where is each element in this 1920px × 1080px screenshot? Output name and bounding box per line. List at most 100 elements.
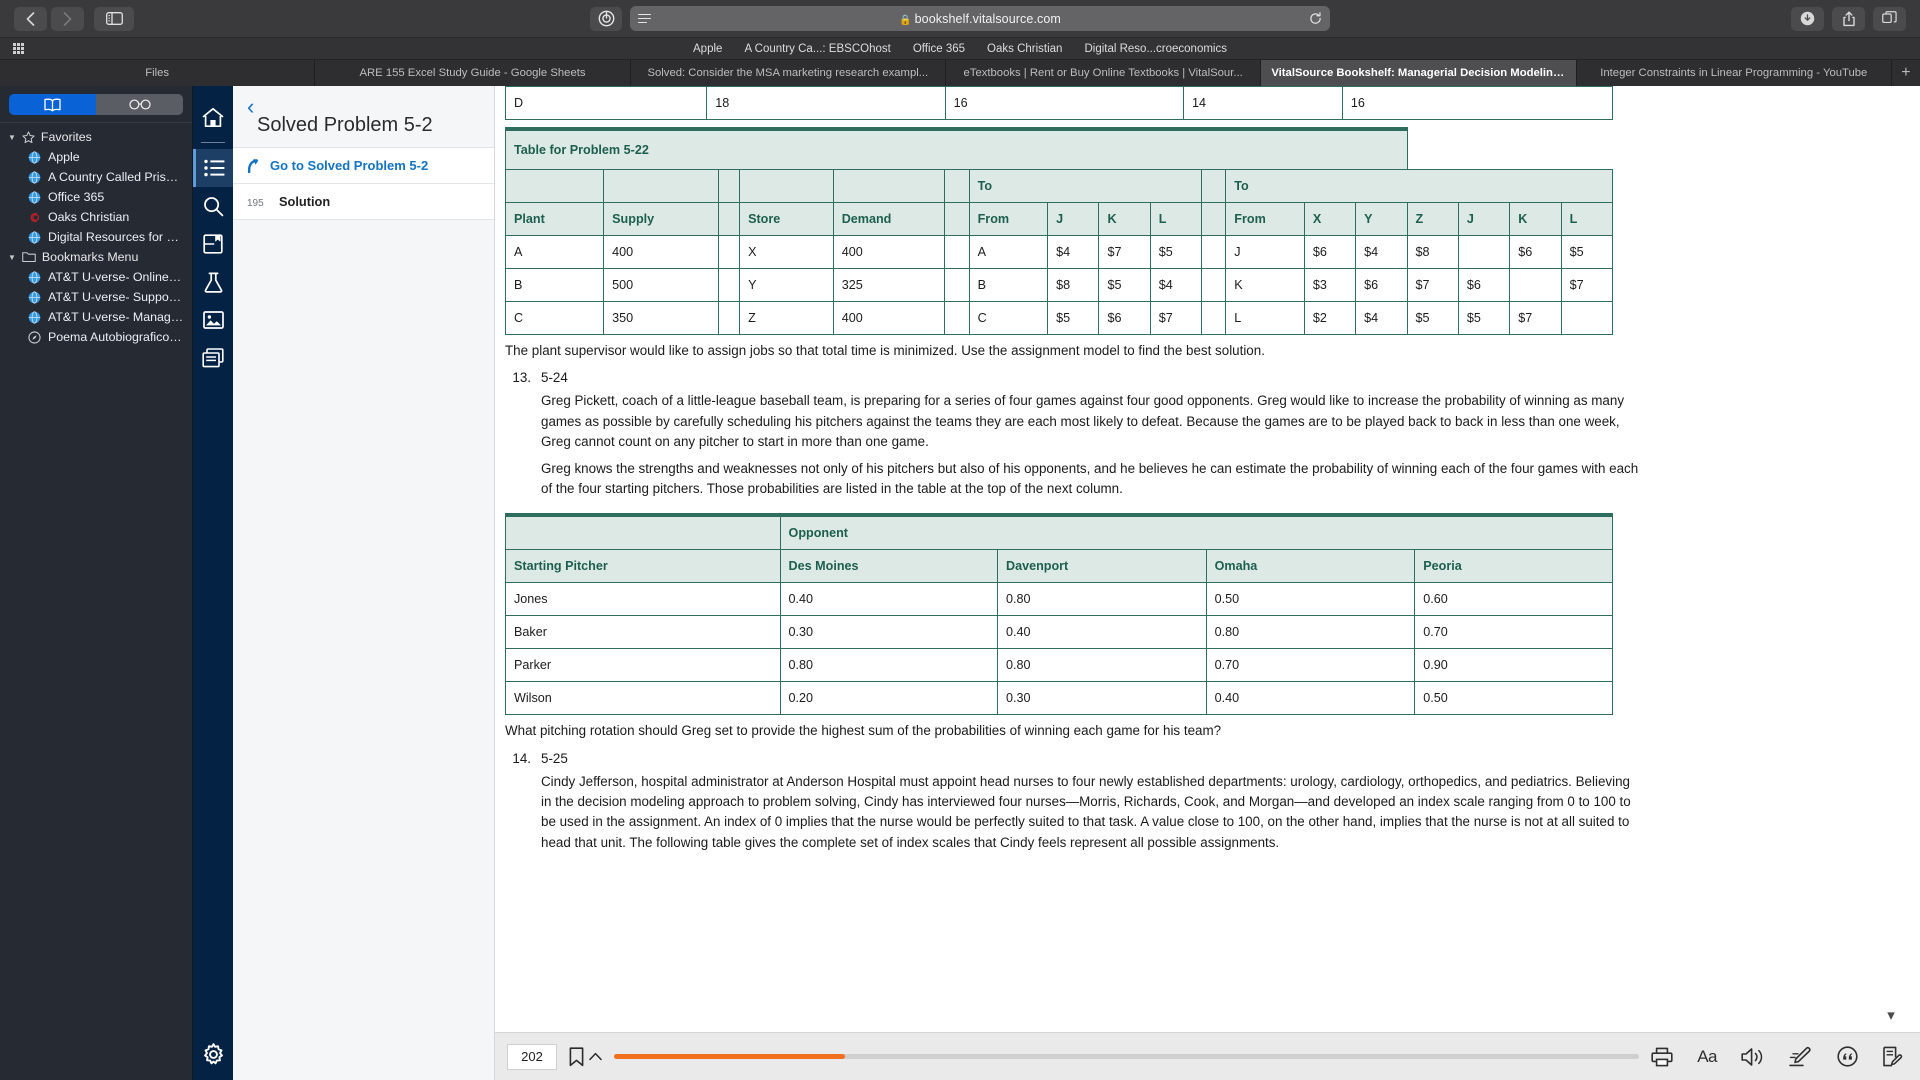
cell: $6 [1355,268,1408,302]
bookmark-office365[interactable]: Office 365 [913,43,965,55]
compass-icon [28,330,41,344]
toc-entry-solution[interactable]: 195 Solution [233,184,494,220]
text-size-button[interactable]: Aa [1697,1047,1717,1067]
segment-reading-list[interactable] [96,94,183,115]
scroll-down-button[interactable]: ▾ [1878,1004,1904,1026]
paragraph: Cindy Jefferson, hospital administrator … [541,773,1631,850]
apps-grid-icon[interactable] [13,43,24,54]
rail-search-button[interactable] [193,187,233,225]
cell: 0.70 [1205,648,1416,683]
cell: 0.40 [996,615,1207,650]
cell: 0.30 [779,615,998,650]
rail-home-button[interactable] [193,98,233,136]
rail-contents-button[interactable] [193,149,233,187]
bookmark-digital-resources[interactable]: Digital Reso...croeconomics [1084,43,1227,55]
bookmark-item-att-support[interactable]: AT&T U-verse- Support Site [0,287,192,307]
favorite-label: Oaks Christian [48,210,130,224]
cell: C [504,301,605,335]
favorite-item-digital-resources[interactable]: Digital Resources for Macr... [0,227,192,247]
cell: Jones [505,582,781,617]
blank-cell [717,169,741,203]
cell: 0.50 [1205,582,1416,617]
favorites-group-header[interactable]: ▼ Favorites [0,127,192,147]
share-button[interactable] [1832,6,1865,31]
tab-are155-sheets[interactable]: ARE 155 Excel Study Guide - Google Sheet… [315,60,631,86]
table-of-contents-panel: ‹ Solved Problem 5-2 Go to Solved Proble… [233,86,495,1080]
favorite-item-oaks-christian[interactable]: Oaks Christian [0,207,192,227]
tab-overview-button[interactable] [1873,6,1906,31]
page-number-input[interactable]: 202 [507,1043,557,1070]
favorite-item-country-called-prison[interactable]: A Country Called Prison :... [0,167,192,187]
cell: 16 [944,86,1184,120]
table-caption-row: Table for Problem 5-22 [505,127,1613,170]
blank-cell [944,169,970,203]
browser-window: 🔒 bookshelf.vitalsource.com Apple A Coun… [0,0,1920,1080]
bookmarks-menu-group-header[interactable]: ▼ Bookmarks Menu [0,247,192,267]
problem-item-13: 13. 5-24 Greg Pickett, coach of a little… [505,370,1639,505]
citation-button[interactable] [1837,1046,1858,1067]
segment-bookmarks[interactable] [9,94,96,115]
bookmark-item-att-online-self[interactable]: AT&T U-verse- Online Self... [0,267,192,287]
bookmark-panel-icon [203,234,223,254]
rail-settings-button[interactable] [193,1042,233,1080]
tab-youtube-integer-constraints[interactable]: Integer Constraints in Linear Programmin… [1576,60,1892,86]
browser-toolbar: 🔒 bookshelf.vitalsource.com [0,0,1920,38]
reader-mode-button[interactable] [590,6,622,31]
cell: 0.40 [1205,681,1416,716]
reload-button[interactable] [1309,12,1322,25]
globe-icon [28,190,41,204]
col-header: Davenport [996,549,1207,584]
disclosure-triangle-icon[interactable]: ▼ [8,133,16,142]
notes-button[interactable] [1882,1046,1904,1068]
col-header: Omaha [1205,549,1416,584]
rail-bookmarks-button[interactable] [193,225,233,263]
bookmark-country-ebscohost[interactable]: A Country Ca...: EBSCOhost [744,43,890,55]
rail-flashcards-button[interactable] [193,263,233,301]
bookmark-apple[interactable]: Apple [693,43,722,55]
address-bar[interactable]: 🔒 bookshelf.vitalsource.com [630,6,1330,31]
bookmark-item-att-manage[interactable]: AT&T U-verse- Manage Yo... [0,307,192,327]
col-header: Peoria [1414,549,1613,584]
highlighter-button[interactable] [1789,1046,1813,1067]
tab-etextbooks[interactable]: eTextbooks | Rent or Buy Online Textbook… [945,60,1262,86]
tab-solved-msa[interactable]: Solved: Consider the MSA marketing resea… [630,60,946,86]
tab-files[interactable]: Files [0,60,316,86]
cell: 0.80 [996,582,1207,617]
tab-vitalsource-bookshelf[interactable]: VitalSource Bookshelf: Managerial Decisi… [1261,60,1577,86]
print-button[interactable] [1651,1047,1673,1067]
bookmark-controls[interactable] [569,1046,602,1067]
cell: 350 [603,301,719,335]
disclosure-triangle-icon[interactable]: ▼ [8,253,16,262]
problem-item-14: 14. 5-25 Cindy Jefferson, hospital admin… [505,751,1639,860]
cell: Baker [505,615,781,650]
read-aloud-button[interactable] [1741,1047,1765,1067]
toolbar-right-buttons [1791,6,1906,31]
reading-progress-slider[interactable] [614,1054,1640,1059]
new-tab-button[interactable]: + [1892,60,1920,86]
cell: $4 [1047,235,1100,269]
favorite-item-office365[interactable]: Office 365 [0,187,192,207]
cell: $6 [1509,235,1562,269]
cell: Parker [505,648,781,683]
chevron-up-icon [589,1052,602,1061]
cell [1201,301,1227,335]
col-header: L [1560,202,1614,236]
rail-notes-button[interactable] [193,339,233,377]
cell: $5 [1406,301,1459,335]
reader-content[interactable]: D 18 16 14 16 Table for Problem 5-22 To … [495,86,1920,1032]
page-menu-icon[interactable] [638,13,651,24]
downloads-button[interactable] [1791,6,1824,31]
cell: $7 [1560,268,1614,302]
cell: 0.80 [996,648,1207,683]
bookmark-label: AT&T U-verse- Manage Yo... [48,310,184,324]
cell: 0.80 [1205,615,1416,650]
favorite-item-apple[interactable]: Apple [0,147,192,167]
col-header: From [968,202,1049,236]
cell: A [504,235,605,269]
toc-goto-row[interactable]: Go to Solved Problem 5-2 [233,148,494,184]
bookmark-oaks-christian[interactable]: Oaks Christian [987,43,1062,55]
rail-figures-button[interactable] [193,301,233,339]
toc-title: Solved Problem 5-2 [257,114,433,136]
vitalsource-app: ‹ Solved Problem 5-2 Go to Solved Proble… [193,86,1920,1080]
bookmark-item-poema-autobiografico[interactable]: Poema Autobiografico Fini... [0,327,192,347]
